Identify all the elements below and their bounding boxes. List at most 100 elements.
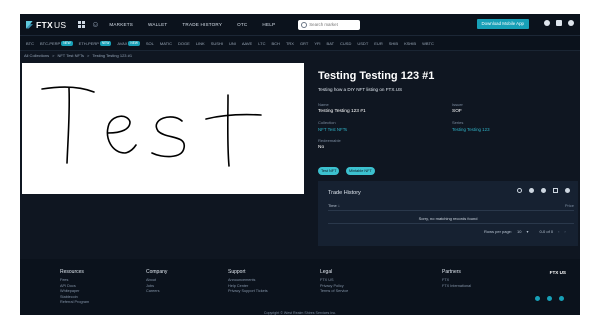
crumb-separator: > <box>52 53 55 58</box>
search-icon[interactable] <box>517 188 522 193</box>
ticker-item[interactable]: BAT <box>327 41 334 46</box>
filter-icon[interactable] <box>565 188 570 193</box>
footer-column: Resources Fees API Docs Whitepaper Stablecoi… <box>60 269 89 306</box>
nav-markets[interactable]: MARKETS <box>109 22 133 27</box>
ticker-item[interactable]: GRT <box>300 41 308 46</box>
ticker-item[interactable]: EUR <box>374 41 382 46</box>
ticker-item[interactable]: ETH-PERP NEW <box>79 40 112 46</box>
ticker-item[interactable]: CUSD <box>340 41 351 46</box>
footer-column: Company About Jobs Careers <box>146 269 167 295</box>
print-icon[interactable] <box>541 188 546 193</box>
empty-message: Sorry, no matching records found <box>418 216 478 221</box>
page-range: 0-0 of 0 <box>539 229 554 234</box>
nav-trade-history[interactable]: TRADE HISTORY <box>182 22 222 27</box>
notifications-icon[interactable] <box>556 20 562 26</box>
footer-heading: Company <box>146 269 168 275</box>
nft-title: Testing Testing 123 #1 <box>318 70 435 82</box>
account-icon[interactable] <box>568 20 574 26</box>
collection-link[interactable]: NFT Test NFTs <box>318 127 347 132</box>
footer-link[interactable]: FTX International <box>442 284 471 290</box>
ticker-item[interactable]: BTC <box>26 41 34 46</box>
issuer-label: Issuer <box>452 102 463 107</box>
ticker-symbol: BTC-PERP <box>40 40 61 46</box>
ticker-symbol: DOGE <box>178 40 190 46</box>
series-link[interactable]: Testing Testing 123 <box>452 127 490 132</box>
ticker-symbol: WBTC <box>422 40 434 46</box>
search-icon <box>301 21 308 28</box>
redeemable-value: No <box>318 145 325 150</box>
ticker-item[interactable]: TRX <box>286 41 294 46</box>
footer-link[interactable]: Privacy Support Tickets <box>228 289 268 295</box>
user-icon[interactable]: ☺ <box>91 20 99 29</box>
ticker-item[interactable]: AVAX NEW <box>117 40 140 46</box>
apps-grid-icon[interactable] <box>78 21 86 28</box>
series-label: Series <box>452 120 464 125</box>
footer-heading: Support <box>228 269 246 275</box>
ticker-item[interactable]: LINK <box>196 41 205 46</box>
footer-link[interactable]: Referral Program <box>60 300 89 306</box>
search-input[interactable] <box>309 22 360 27</box>
ticker-item[interactable]: SHIB <box>389 41 398 46</box>
ticker-symbol: KSHIB <box>404 40 417 46</box>
column-price[interactable]: Price <box>565 203 574 208</box>
ticker-symbol: TRX <box>285 40 294 46</box>
settings-icon[interactable] <box>544 20 550 26</box>
footer-heading: Legal <box>320 269 333 275</box>
ticker-item[interactable]: BTC-PERP NEW <box>40 40 73 46</box>
nav-wallet[interactable]: WALLET <box>148 22 167 27</box>
brand-suffix: US <box>53 19 67 30</box>
new-badge: NEW <box>128 40 140 46</box>
ticker-item[interactable]: WBTC <box>422 41 434 46</box>
nft-subtitle: Testing how a DIY NFT listing on FTX.US <box>318 87 403 92</box>
rows-per-page-select[interactable]: 10 <box>517 229 521 234</box>
crumb-separator: > <box>87 53 90 58</box>
ticker-item[interactable]: SUSHI <box>211 41 223 46</box>
divider <box>328 223 574 224</box>
ticker-symbol: AVAX <box>117 40 128 46</box>
ticker-symbol: BTC <box>26 40 34 46</box>
discord-icon[interactable] <box>559 296 564 301</box>
ticker-item[interactable]: LTC <box>258 41 265 46</box>
ticker-item[interactable]: YFI <box>314 41 320 46</box>
crumb-current: Testing Testing 123 #1 <box>92 53 133 58</box>
top-navbar: FTX US ☺ MARKETS WALLET TRADE HISTORY OT… <box>20 14 580 36</box>
ticker-item[interactable]: MATIC <box>160 41 172 46</box>
ticker-item[interactable]: DOGE <box>178 41 190 46</box>
download-app-button[interactable]: Download Mobile App <box>476 19 529 29</box>
footer-heading: Partners <box>442 269 461 275</box>
ticker-symbol: UNI <box>228 40 236 46</box>
footer-link[interactable]: Terms of Service <box>320 289 348 295</box>
brand-logo[interactable]: FTX US <box>26 20 66 30</box>
ticker-item[interactable]: USDT <box>357 41 368 46</box>
ticker-item[interactable]: UNI <box>229 41 236 46</box>
ticker-symbol: LTC <box>258 40 266 46</box>
ticker-item[interactable]: SOL <box>146 41 154 46</box>
column-time[interactable]: Time ↓ <box>328 203 340 208</box>
search-box[interactable] <box>298 19 361 30</box>
breadcrumb: All Collections > NFT Test NFTs > Testin… <box>24 53 135 58</box>
next-page-icon[interactable]: › <box>564 229 565 234</box>
crumb-all-collections[interactable]: All Collections <box>24 53 49 58</box>
ticker-symbol: SOL <box>145 40 154 46</box>
twitter-icon[interactable] <box>535 296 540 301</box>
footer-logo: FTX US <box>549 270 566 275</box>
nav-otc[interactable]: OTC <box>237 22 247 27</box>
name-label: Name <box>318 102 329 107</box>
nav-help[interactable]: HELP <box>262 22 275 27</box>
main-nav: MARKETS WALLET TRADE HISTORY OTC HELP <box>109 22 290 27</box>
ticker-item[interactable]: AAVE <box>242 41 252 46</box>
ticker-item[interactable]: BCH <box>271 41 279 46</box>
ticker-symbol: GRT <box>299 40 309 46</box>
telegram-icon[interactable] <box>547 296 552 301</box>
footer-link[interactable]: Careers <box>146 289 167 295</box>
footer: FTX US Copyright © West Realm Shires Ser… <box>20 259 580 315</box>
tag-mintable-nft[interactable]: Mintable NFT <box>346 167 375 175</box>
ticker-symbol: USDT <box>357 40 369 46</box>
social-links <box>528 296 564 301</box>
download-icon[interactable] <box>529 188 534 193</box>
prev-page-icon[interactable]: ‹ <box>558 229 559 234</box>
columns-icon[interactable] <box>553 188 558 193</box>
ticker-item[interactable]: KSHIB <box>404 41 416 46</box>
tag-test-nft[interactable]: Test NFT <box>318 167 340 175</box>
crumb-collection[interactable]: NFT Test NFTs <box>57 53 84 58</box>
